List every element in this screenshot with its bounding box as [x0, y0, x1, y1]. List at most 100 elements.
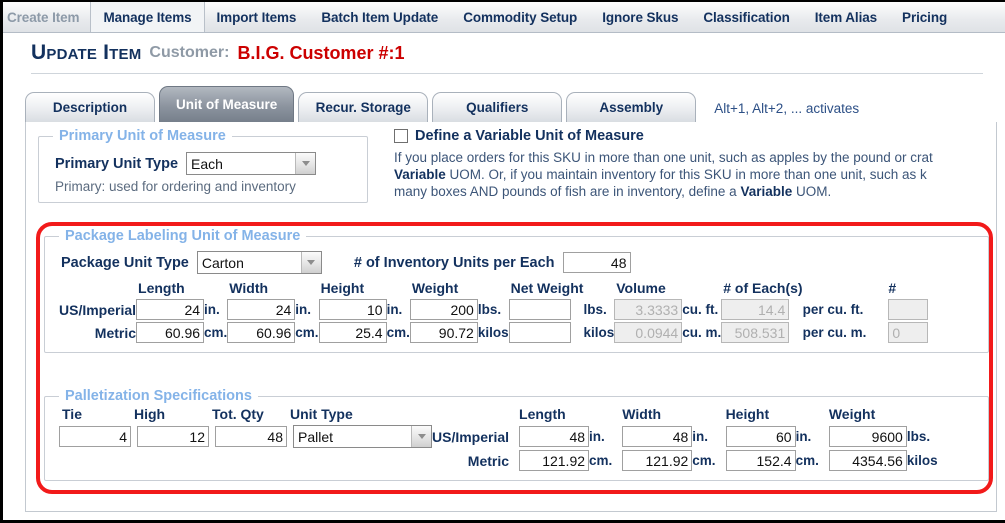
col-volume-unit: [682, 280, 721, 298]
define-variable-uom-checkbox[interactable]: [394, 129, 408, 143]
col-width: Width: [229, 280, 269, 296]
primary-unit-type-row: Primary Unit Type Each: [55, 152, 357, 175]
variable-uom-description: If you place orders for this SKU in more…: [394, 149, 1005, 200]
inventory-units-input[interactable]: [562, 252, 631, 273]
pal-width-input-us[interactable]: [622, 426, 693, 447]
tie-input[interactable]: [59, 426, 131, 447]
customer-label: Customer:: [149, 44, 230, 61]
variable-uom-desc-line-3-a: many boxes AND pounds of fish are in inv…: [394, 184, 741, 199]
nav-item-ignore-skus[interactable]: Ignore Skus: [590, 2, 691, 32]
primary-uom-legend: Primary Unit of Measure: [59, 128, 226, 144]
pal-length-input-metric[interactable]: [519, 450, 590, 471]
pallet-unit-type-cell: Pallet: [287, 424, 432, 449]
col-tie: Tie: [62, 406, 82, 422]
package-length-input-metric[interactable]: [136, 322, 205, 343]
package-table-header-row: Length Width Height Weight Net Weight Vo…: [59, 280, 928, 298]
pal-width-unit-us: in.: [692, 429, 709, 444]
pal-height-input-metric[interactable]: [725, 450, 796, 471]
unit-of-measure-panel: Primary Unit of Measure Primary Unit Typ…: [25, 122, 997, 512]
pal-weight-unit-us: lbs.: [906, 429, 931, 444]
package-width-cell-us: [227, 298, 296, 321]
package-net-weight-input-us[interactable]: [508, 299, 571, 320]
col-cut-off: #: [888, 280, 897, 296]
col-volume: Volume: [616, 280, 666, 296]
col-pal-height: Height: [725, 406, 770, 422]
nav-label: Item Alias: [814, 9, 878, 25]
pal-length-cell-metric: [509, 449, 590, 472]
variable-uom-desc-line-3: many boxes AND pounds of fish are in inv…: [394, 183, 1005, 200]
package-height-input-us[interactable]: [318, 299, 387, 320]
col-pal-weight: Weight: [828, 406, 876, 422]
nav-item-manage-items[interactable]: Manage Items: [90, 2, 205, 32]
tab-qualifiers[interactable]: Qualifiers: [432, 92, 563, 122]
tab-recur-storage[interactable]: Recur. Storage: [298, 92, 429, 122]
package-height-cell-us: [318, 298, 387, 321]
tab-assembly[interactable]: Assembly: [566, 92, 697, 122]
nav-item-import-items[interactable]: Import Items: [205, 2, 310, 32]
pal-weight-cell-metric: [819, 449, 907, 472]
col-length-unit: [204, 280, 227, 298]
nav-item-item-alias[interactable]: Item Alias: [803, 2, 890, 32]
package-height-cell-metric: [318, 321, 387, 344]
primary-unit-type-select[interactable]: Each: [186, 152, 317, 175]
package-cutoff-input-us: [888, 299, 929, 320]
pal-spacer-1: [59, 449, 131, 472]
package-weight-unit-metric: kilos: [477, 325, 509, 340]
package-weight-input-us[interactable]: [409, 299, 478, 320]
nav-item-classification[interactable]: Classification: [691, 2, 802, 32]
tab-description[interactable]: Description: [25, 92, 155, 122]
primary-uom-section: Primary Unit of Measure Primary Unit Typ…: [38, 128, 368, 203]
package-width-cell-metric: [227, 321, 296, 344]
app-window: Create Item Manage Items Import Items Ba…: [0, 0, 1005, 523]
pal-row-label-metric: Metric: [467, 452, 510, 469]
package-weight-cell-metric: [409, 321, 478, 344]
package-labeling-fieldset: Package Labeling Unit of Measure Package…: [44, 228, 989, 353]
nav-label: Ignore Skus: [602, 9, 679, 25]
package-height-input-metric[interactable]: [318, 322, 387, 343]
package-net-weight-input-metric[interactable]: [508, 322, 571, 343]
nav-item-batch-item-update[interactable]: Batch Item Update: [309, 2, 451, 32]
col-length: Length: [138, 280, 185, 296]
pal-weight-input-us[interactable]: [828, 426, 907, 447]
pal-width-input-metric[interactable]: [622, 450, 693, 471]
variable-keyword-1: Variable: [394, 167, 446, 182]
nav-item-pricing[interactable]: Pricing: [890, 2, 960, 32]
package-unit-type-select[interactable]: Carton: [196, 251, 322, 274]
define-variable-uom-label: Define a Variable Unit of Measure: [415, 128, 644, 144]
package-height-unit-us: in.: [386, 302, 403, 317]
package-width-input-metric[interactable]: [227, 322, 296, 343]
package-weight-cell-us: [409, 298, 478, 321]
col-pal-rowlbl: [432, 406, 509, 424]
define-variable-uom-row[interactable]: Define a Variable Unit of Measure: [394, 128, 996, 144]
package-width-input-us[interactable]: [227, 299, 296, 320]
page-header: Update Item Customer: B.I.G. Customer #:…: [3, 33, 1005, 73]
chevron-down-icon[interactable]: [411, 426, 431, 447]
chevron-down-icon[interactable]: [295, 153, 316, 174]
pal-weight-input-metric[interactable]: [828, 450, 907, 471]
palletization-table: Tie High Tot. Qty Unit Type Length Width…: [59, 406, 938, 472]
tab-unit-of-measure[interactable]: Unit of Measure: [159, 86, 295, 122]
palletization-header-row: Tie High Tot. Qty Unit Type Length Width…: [59, 406, 938, 424]
primary-uom-note: Primary: used for ordering and inventory: [55, 179, 296, 194]
nav-item-commodity-setup[interactable]: Commodity Setup: [451, 2, 590, 32]
tot-qty-input[interactable]: [215, 426, 287, 447]
tab-label: Description: [52, 100, 128, 115]
table-row: Metric cm. cm. cm. kilos kilos cu. m.: [59, 321, 929, 344]
chevron-down-icon[interactable]: [300, 252, 321, 273]
tab-label: Qualifiers: [466, 100, 529, 115]
col-each-count: # of Each(s): [723, 280, 803, 296]
col-pal-width: Width: [622, 406, 662, 422]
package-volume-input-metric: [614, 322, 683, 343]
package-net-weight-unit-metric: kilos: [583, 325, 615, 340]
pallet-unit-type-select[interactable]: Pallet: [293, 425, 432, 448]
pallet-unit-type-value: Pallet: [298, 428, 334, 445]
package-weight-input-metric[interactable]: [409, 322, 478, 343]
pal-length-input-us[interactable]: [519, 426, 590, 447]
package-length-input-us[interactable]: [136, 299, 205, 320]
col-pal-length: Length: [519, 406, 566, 422]
variable-keyword-2: Variable: [740, 184, 793, 199]
high-input[interactable]: [137, 426, 209, 447]
nav-label: Batch Item Update: [321, 9, 439, 25]
pal-height-input-us[interactable]: [725, 426, 796, 447]
nav-item-create-item[interactable]: Create Item: [3, 2, 90, 32]
